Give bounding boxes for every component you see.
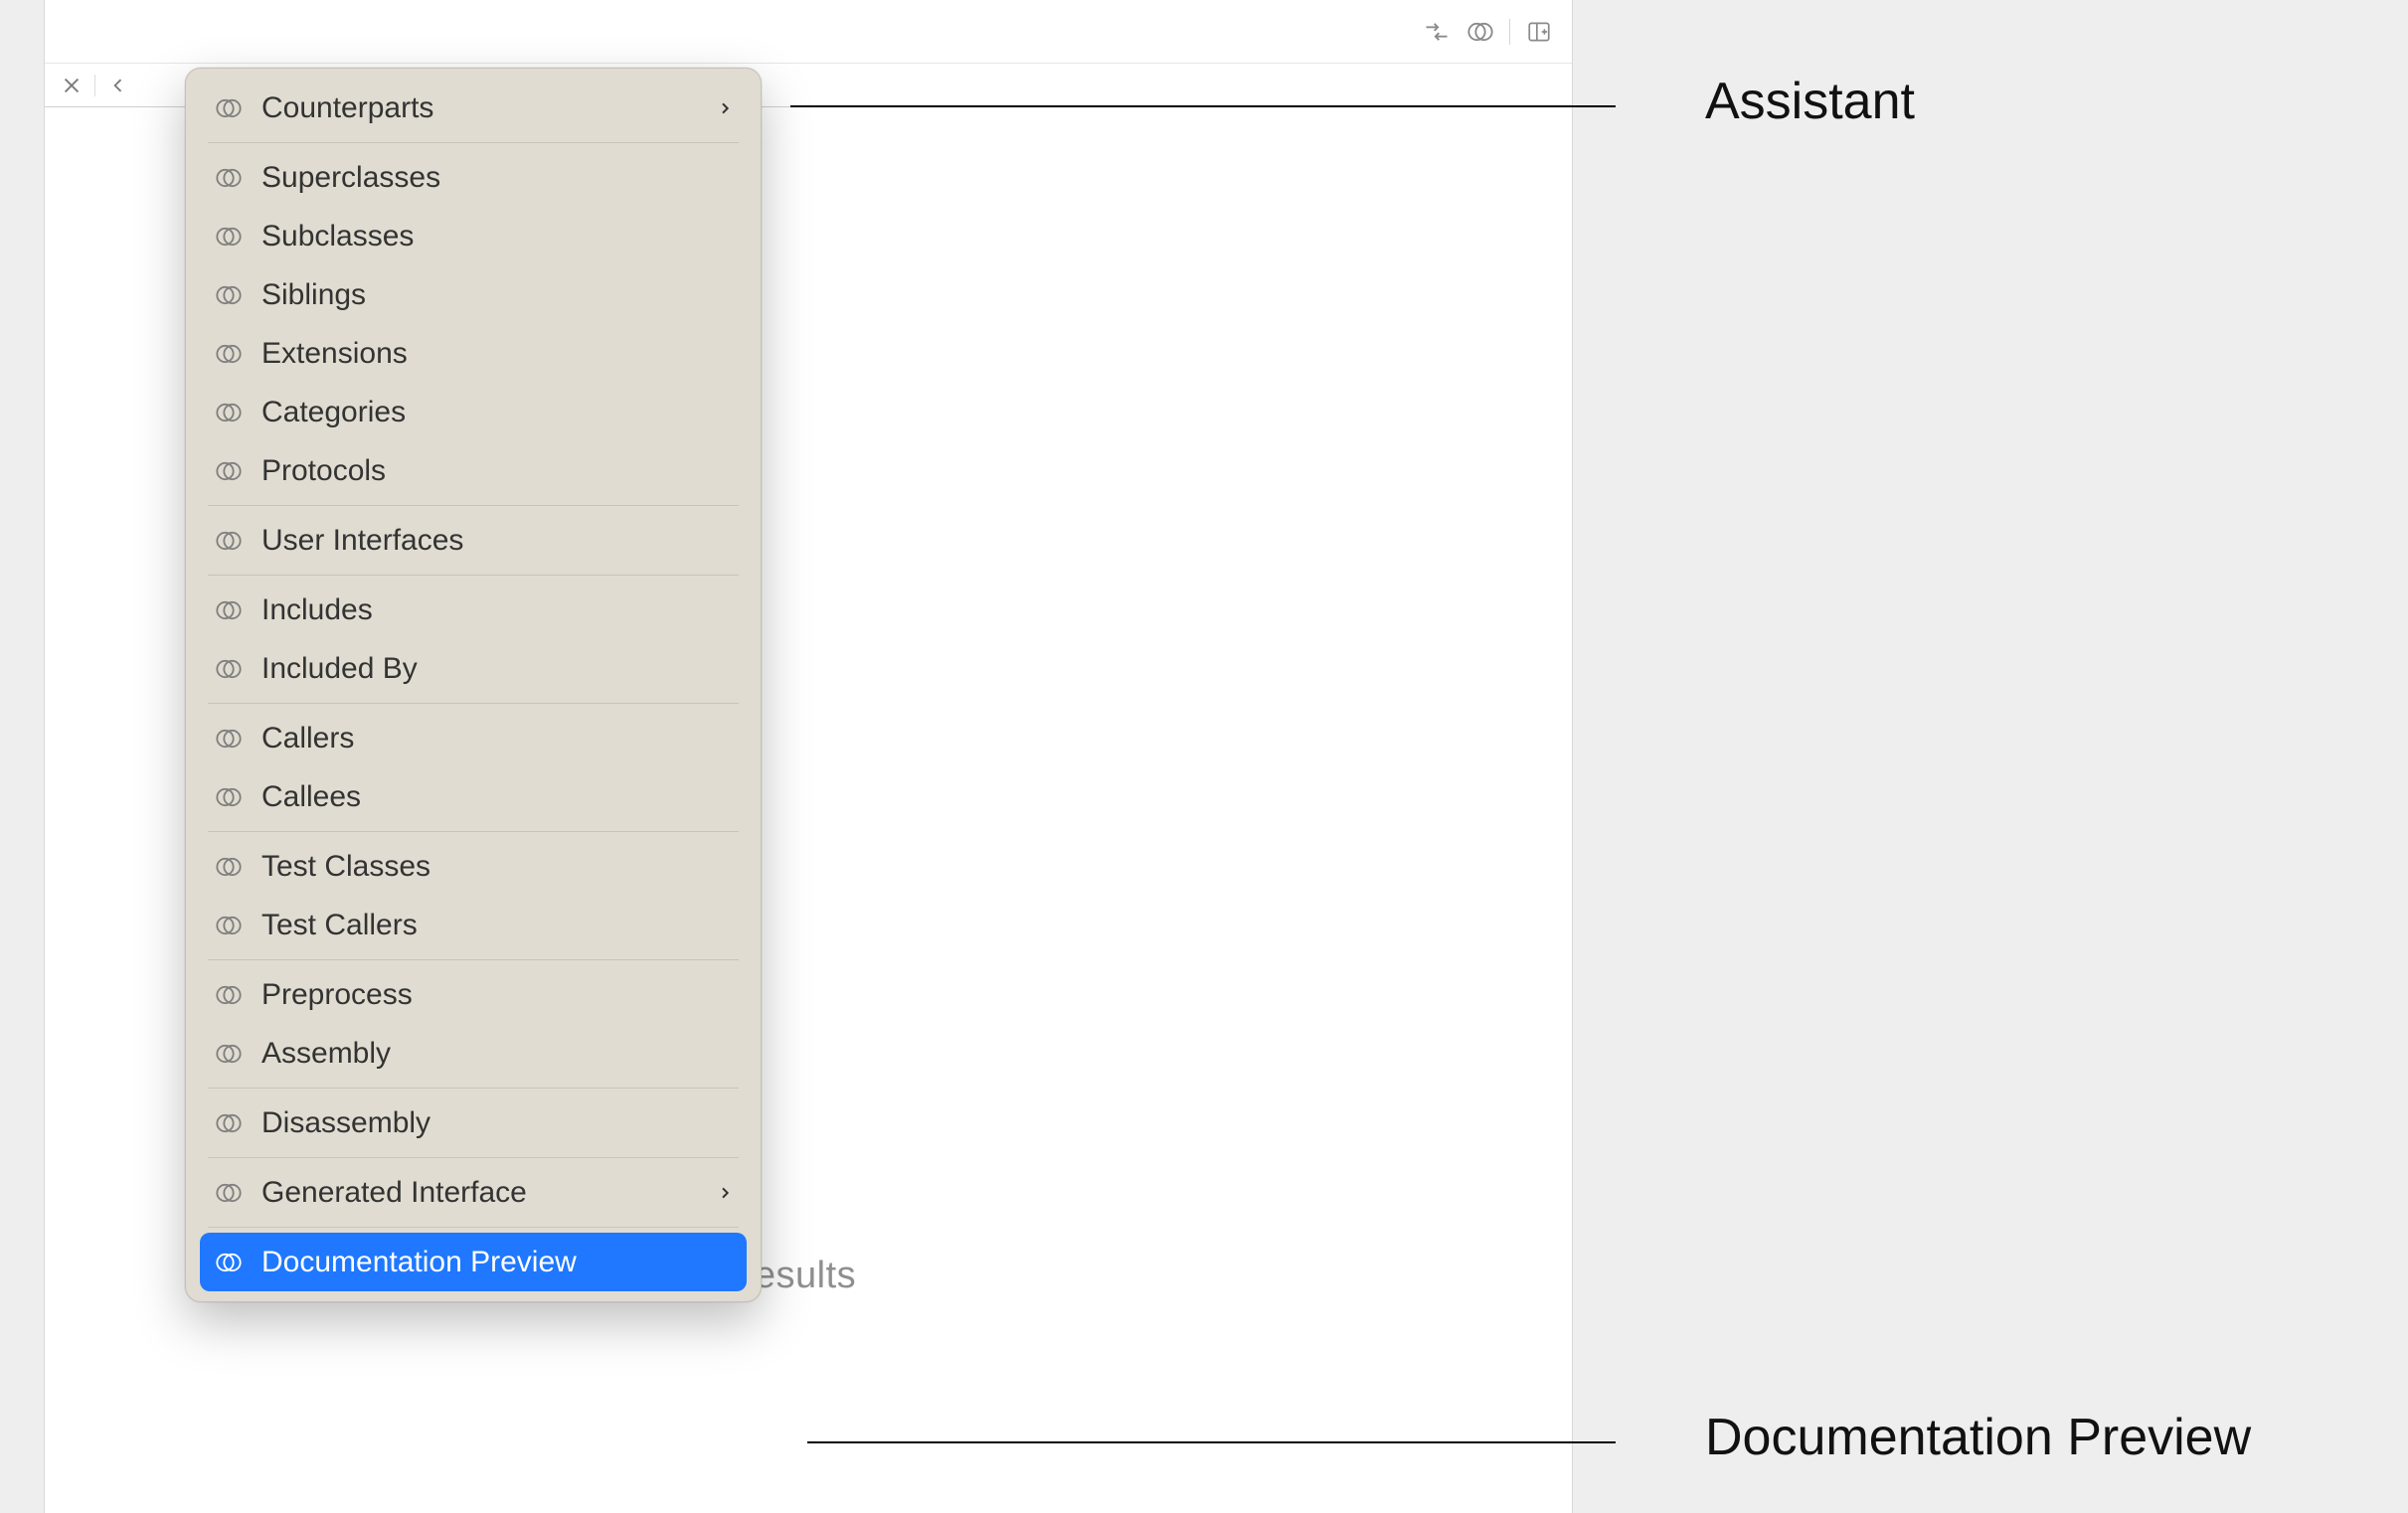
- menu-separator: [208, 1157, 739, 1158]
- circles-icon: [214, 1178, 244, 1208]
- menu-item-label: Preprocess: [261, 978, 413, 1012]
- circles-icon: [214, 1248, 244, 1277]
- menu-item-label: Test Callers: [261, 909, 418, 942]
- pathbar-divider: [94, 75, 95, 96]
- menu-item-counterparts[interactable]: Counterparts: [200, 79, 747, 137]
- menu-item-generated-interface[interactable]: Generated Interface: [200, 1163, 747, 1222]
- menu-item-label: Included By: [261, 652, 418, 686]
- circles-icon: [214, 595, 244, 625]
- menu-item-test-classes[interactable]: Test Classes: [200, 837, 747, 896]
- back-chevron-icon[interactable]: [103, 71, 133, 100]
- menu-item-label: Includes: [261, 593, 373, 627]
- circles-icon: [214, 526, 244, 556]
- menu-item-included-by[interactable]: Included By: [200, 639, 747, 698]
- menu-separator: [208, 1227, 739, 1228]
- step-icon[interactable]: [1422, 17, 1452, 47]
- menu-item-subclasses[interactable]: Subclasses: [200, 207, 747, 265]
- chevron-right-icon: [717, 97, 733, 119]
- menu-item-label: User Interfaces: [261, 524, 463, 558]
- close-icon[interactable]: [57, 71, 86, 100]
- menu-item-label: Protocols: [261, 454, 386, 488]
- menu-item-superclasses[interactable]: Superclasses: [200, 148, 747, 207]
- menu-separator: [208, 1088, 739, 1089]
- menu-separator: [208, 959, 739, 960]
- menu-item-extensions[interactable]: Extensions: [200, 324, 747, 383]
- menu-separator: [208, 505, 739, 506]
- circles-icon: [214, 911, 244, 940]
- circles-icon: [214, 163, 244, 193]
- menu-separator: [208, 142, 739, 143]
- annotation-label-assistant: Assistant: [1705, 72, 1915, 131]
- circles-icon: [214, 724, 244, 754]
- menu-item-callees[interactable]: Callees: [200, 767, 747, 826]
- menu-item-label: Callees: [261, 780, 361, 814]
- menu-item-label: Documentation Preview: [261, 1246, 577, 1279]
- menu-item-protocols[interactable]: Protocols: [200, 441, 747, 500]
- circles-icon: [214, 222, 244, 252]
- menu-item-preprocess[interactable]: Preprocess: [200, 965, 747, 1024]
- menu-item-siblings[interactable]: Siblings: [200, 265, 747, 324]
- chevron-right-icon: [717, 1182, 733, 1204]
- circles-icon: [214, 1108, 244, 1138]
- menu-item-label: Subclasses: [261, 220, 414, 253]
- annotation-label-docpreview: Documentation Preview: [1705, 1408, 2251, 1467]
- menu-item-label: Generated Interface: [261, 1176, 527, 1210]
- menu-item-label: Extensions: [261, 337, 408, 371]
- menu-item-callers[interactable]: Callers: [200, 709, 747, 767]
- menu-item-label: Test Classes: [261, 850, 430, 884]
- menu-separator: [208, 831, 739, 832]
- menu-separator: [208, 575, 739, 576]
- menu-item-disassembly[interactable]: Disassembly: [200, 1093, 747, 1152]
- circles-icon: [214, 456, 244, 486]
- assistant-categories-menu: Counterparts Superclasses Subclasses Siblin…: [185, 68, 762, 1302]
- menu-item-test-callers[interactable]: Test Callers: [200, 896, 747, 954]
- menu-separator: [208, 703, 739, 704]
- circles-icon: [214, 654, 244, 684]
- menu-item-label: Superclasses: [261, 161, 440, 195]
- menu-item-assembly[interactable]: Assembly: [200, 1024, 747, 1083]
- editor-top-toolbar: [45, 0, 1572, 64]
- menu-item-label: Categories: [261, 396, 406, 429]
- circles-icon: [214, 980, 244, 1010]
- circles-icon: [214, 280, 244, 310]
- menu-item-label: Callers: [261, 722, 354, 756]
- menu-item-label: Counterparts: [261, 91, 433, 125]
- menu-item-includes[interactable]: Includes: [200, 581, 747, 639]
- circles-icon: [214, 398, 244, 427]
- toolbar-divider: [1509, 19, 1510, 45]
- circles-icon: [214, 852, 244, 882]
- circles-icon: [214, 1039, 244, 1069]
- menu-item-label: Disassembly: [261, 1106, 430, 1140]
- menu-item-categories[interactable]: Categories: [200, 383, 747, 441]
- menu-item-documentation-preview[interactable]: Documentation Preview: [200, 1233, 747, 1291]
- menu-item-label: Siblings: [261, 278, 366, 312]
- add-editor-icon[interactable]: [1524, 17, 1554, 47]
- assistant-circles-icon[interactable]: [1465, 17, 1495, 47]
- menu-item-label: Assembly: [261, 1037, 391, 1071]
- circles-icon: [214, 339, 244, 369]
- circles-icon: [214, 782, 244, 812]
- annotation-line-assistant: [790, 105, 1616, 107]
- annotation-line-docpreview: [807, 1441, 1616, 1443]
- menu-item-user-interfaces[interactable]: User Interfaces: [200, 511, 747, 570]
- circles-icon: [214, 93, 244, 123]
